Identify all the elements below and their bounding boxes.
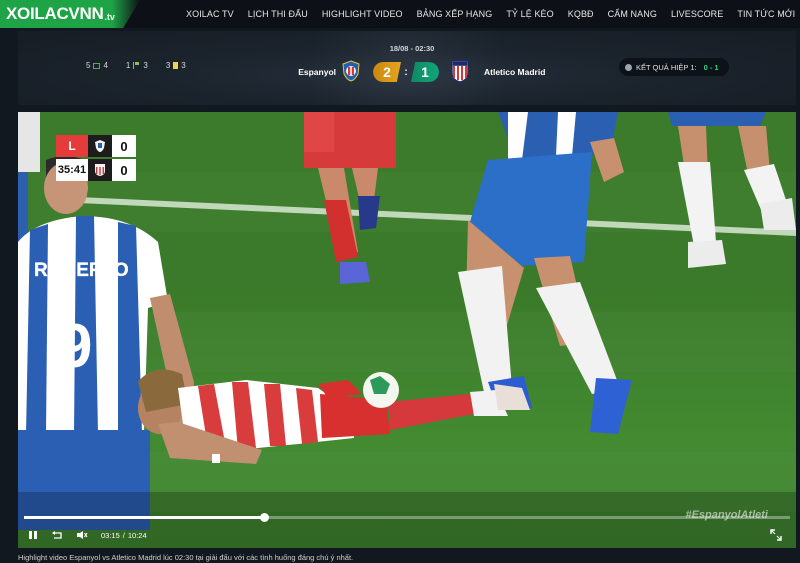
progress-handle[interactable] (259, 513, 269, 522)
time-display: 03:15 / 10:24 (101, 531, 147, 540)
home-score: 2 (373, 62, 401, 82)
fullscreen-icon[interactable] (770, 529, 782, 541)
broadcast-scoreboard: L 0 35:41 0 (56, 135, 142, 181)
corner-icon (93, 62, 101, 69)
pause-icon[interactable] (28, 530, 38, 540)
player-number-print: 9 (58, 312, 92, 381)
replay-icon[interactable] (51, 530, 63, 540)
video-controls: #EspanyolAtleti 03:15 / 10:24 (18, 509, 796, 548)
score-separator: : (404, 66, 408, 78)
main-menu: XOILAC TV LỊCH THI ĐẤU HIGHLIGHT VIDEO B… (186, 0, 800, 28)
half-time-label: KẾT QUẢ HIỆP 1: (636, 62, 697, 72)
atletico-crest-icon[interactable] (450, 59, 470, 83)
site-logo[interactable]: XOILACVNN .tv (0, 0, 140, 28)
duration: 10:24 (127, 530, 147, 540)
match-stats: 5 4 1 3 3 3 (86, 61, 186, 70)
nav-livescore[interactable]: LIVESCORE (671, 9, 723, 19)
half-time-score: 0 - 1 (703, 62, 719, 72)
half-time-result: KẾT QUẢ HIỆP 1: 0 - 1 (619, 58, 729, 76)
nav-bang-xep-hang[interactable]: BẢNG XẾP HẠNG (417, 9, 493, 19)
progress-bar[interactable] (24, 513, 790, 522)
match-clock: 35:41 (56, 159, 88, 181)
scoreboard-away-row: 35:41 0 (56, 159, 136, 181)
home-team-name[interactable]: Espanyol (276, 67, 336, 77)
away-score: 1 (411, 62, 439, 82)
nav-cam-nang[interactable]: CẨM NANG (608, 9, 657, 19)
cards-away: 3 (181, 61, 186, 70)
nav-ty-le-keo[interactable]: TỶ LỆ KÈO (506, 9, 553, 19)
espanyol-crest-icon[interactable] (341, 60, 361, 82)
clock-icon (625, 63, 632, 71)
offside-flag-icon (133, 62, 140, 69)
away-team-name[interactable]: Atletico Madrid (484, 67, 545, 77)
logo-text: XOILACVNN (6, 4, 104, 23)
nav-lich-thi-dau[interactable]: LỊCH THI ĐẤU (248, 9, 308, 19)
player-name-print: ROBERTO (34, 260, 129, 281)
match-score: 2 : 1 (373, 62, 439, 82)
cards-home: 3 (165, 61, 171, 70)
home-goals: 0 (112, 135, 136, 157)
corners-home: 5 (86, 61, 91, 70)
progress-fill (24, 516, 264, 519)
offside-stat: 1 3 (126, 61, 148, 70)
away-goals: 0 (112, 159, 136, 181)
corner-stat: 5 4 (86, 61, 108, 70)
nav-kqbd[interactable]: KQBĐ (568, 9, 594, 19)
match-info-bar: 5 4 1 3 3 3 18/08 - 02:30 Espanyol 2 : 1 (18, 31, 796, 105)
video-player[interactable]: ROBERTO 9 L 0 35:41 0 #EspanyolAtleti 03… (18, 112, 796, 548)
logo-domain: .tv (104, 11, 115, 22)
corners-away: 4 (103, 61, 108, 70)
time-separator: / (122, 530, 125, 540)
home-crest-icon (88, 135, 112, 157)
current-time: 03:15 (101, 530, 120, 540)
scoreboard-home-row: L 0 (56, 135, 136, 157)
match-date: 18/08 - 02:30 (389, 44, 435, 53)
away-crest-icon (88, 159, 112, 181)
control-row: 03:15 / 10:24 (28, 530, 147, 540)
nav-highlight-video[interactable]: HIGHLIGHT VIDEO (322, 9, 403, 19)
yellow-card-icon (173, 62, 179, 69)
top-navigation-bar: XOILACVNN .tv XOILAC TV LỊCH THI ĐẤU HIG… (0, 0, 800, 28)
offsides-away: 3 (143, 61, 148, 70)
nav-xoilac-tv[interactable]: XOILAC TV (186, 9, 234, 19)
offsides-home: 1 (125, 61, 131, 70)
card-stat: 3 3 (166, 61, 186, 70)
broadcast-hashtag: #EspanyolAtleti (685, 509, 768, 521)
league-logo-icon: L (56, 135, 88, 157)
mute-icon[interactable] (76, 530, 88, 540)
video-caption: Highlight video Espanyol vs Atletico Mad… (18, 553, 354, 562)
nav-tin-tuc-moi[interactable]: TIN TỨC MỚI (737, 9, 795, 19)
